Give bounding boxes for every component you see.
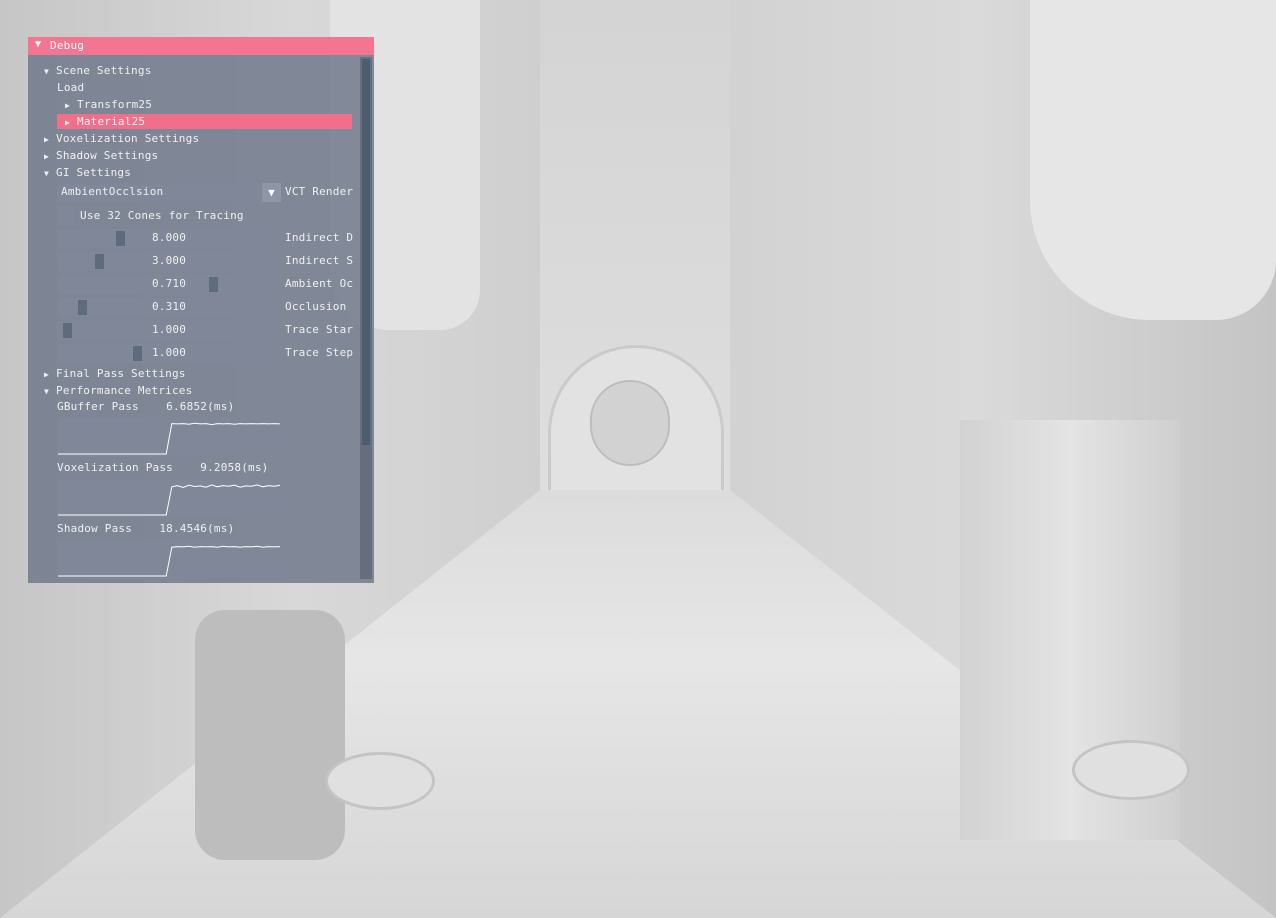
plot-line — [58, 484, 281, 516]
tree-scene-settings[interactable]: ▼ Scene Settings — [44, 63, 152, 78]
collapse-triangle-icon[interactable]: ▼ — [35, 39, 41, 50]
metric-plot[interactable] — [57, 418, 281, 456]
cones-checkbox[interactable] — [57, 207, 75, 225]
tree-label: Shadow Settings — [56, 149, 159, 162]
collapsed-triangle-icon: ▶ — [44, 135, 50, 144]
slider-label: Indirect D — [285, 231, 354, 244]
window-title: Debug — [50, 39, 85, 52]
collapsed-triangle-icon: ▶ — [44, 152, 50, 161]
tree-label: Performance Metrices — [56, 384, 193, 397]
scrollbar-thumb[interactable] — [362, 59, 370, 445]
tree-label: Load — [57, 81, 85, 94]
combo-value: AmbientOcclsion — [61, 185, 164, 198]
slider-label: Indirect S — [285, 254, 354, 267]
debug-window[interactable]: ▼ Debug ▼ Scene Settings Load ▶ Transform2… — [28, 37, 374, 583]
left-basin — [325, 752, 435, 810]
tree-label: Final Pass Settings — [56, 367, 186, 380]
slider-value: 3.000 — [151, 254, 187, 267]
tree-gi-settings[interactable]: ▼ GI Settings — [44, 165, 131, 180]
slider-indirect-d[interactable]: 8.000 — [57, 229, 281, 248]
cones-checkbox-label: Use 32 Cones for Tracing — [80, 209, 244, 222]
crest-ornament — [590, 380, 670, 466]
collapsed-triangle-icon: ▶ — [65, 101, 71, 110]
metric-plot[interactable] — [57, 540, 281, 578]
slider-trace-star[interactable]: 1.000 — [57, 321, 281, 340]
metric-plot[interactable] — [57, 479, 281, 517]
tree-material[interactable]: ▶ Material25 — [57, 114, 352, 129]
expanded-triangle-icon: ▼ — [44, 387, 50, 396]
tree-label: Scene Settings — [56, 64, 152, 77]
slider-indirect-s[interactable]: 3.000 — [57, 252, 281, 271]
tree-voxelization-settings[interactable]: ▶ Voxelization Settings — [44, 131, 199, 146]
slider-label: Ambient Oc — [285, 277, 354, 290]
right-basin — [1072, 740, 1190, 800]
slider-value: 8.000 — [151, 231, 187, 244]
collapsed-triangle-icon: ▶ — [65, 118, 71, 127]
slider-value: 1.000 — [151, 323, 187, 336]
plot-line — [58, 422, 281, 455]
render-mode-label: VCT Render — [285, 185, 354, 198]
debug-title-bar[interactable]: ▼ Debug — [28, 37, 374, 55]
collapsed-triangle-icon: ▶ — [44, 370, 50, 379]
plot-line — [58, 545, 281, 577]
right-banner — [1030, 0, 1276, 320]
left-planter — [195, 610, 345, 860]
tree-transform[interactable]: ▶ Transform25 — [65, 97, 152, 112]
metric-label: Voxelization Pass 9.2058(ms) — [57, 461, 269, 474]
slider-label: Trace Star — [285, 323, 354, 336]
tree-shadow-settings[interactable]: ▶ Shadow Settings — [44, 148, 158, 163]
slider-value: 0.310 — [151, 300, 187, 313]
tree-performance-metrics[interactable]: ▼ Performance Metrices — [44, 383, 192, 398]
tree-label: GI Settings — [56, 166, 132, 179]
slider-trace-step[interactable]: 1.000 — [57, 344, 281, 363]
tree-final-pass-settings[interactable]: ▶ Final Pass Settings — [44, 366, 186, 381]
metric-label: Shadow Pass 18.4546(ms) — [57, 522, 235, 535]
tree-label: Voxelization Settings — [56, 132, 200, 145]
tree-label: Transform25 — [77, 98, 153, 111]
slider-label: Trace Step — [285, 346, 354, 359]
tree-load[interactable]: Load — [57, 80, 84, 95]
slider-ambient-oc[interactable]: 0.710 — [57, 275, 281, 294]
slider-label: Occlusion — [285, 300, 347, 313]
tree-label: Material25 — [77, 115, 146, 128]
expanded-triangle-icon: ▼ — [44, 67, 50, 76]
slider-value: 1.000 — [151, 346, 187, 359]
dropdown-arrow-icon[interactable]: ▼ — [262, 183, 281, 202]
slider-occlusion[interactable]: 0.310 — [57, 298, 281, 317]
slider-value: 0.710 — [151, 277, 187, 290]
render-mode-combo[interactable]: AmbientOcclsion ▼ — [57, 183, 281, 202]
expanded-triangle-icon: ▼ — [44, 169, 50, 178]
metric-label: GBuffer Pass 6.6852(ms) — [57, 400, 235, 413]
